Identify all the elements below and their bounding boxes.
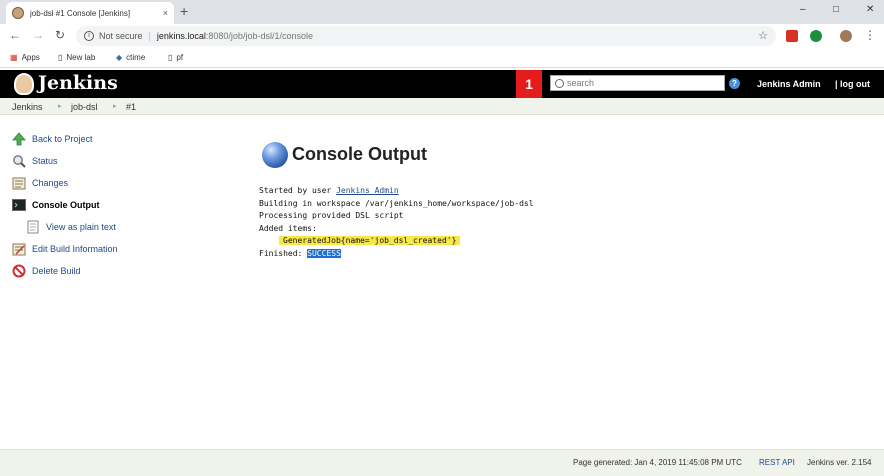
extension-red-icon[interactable] — [786, 30, 798, 42]
user-link-in-console[interactable]: Jenkins Admin — [336, 186, 399, 195]
task-label: Console Output — [32, 200, 100, 210]
minimize-button[interactable]: – — [800, 4, 806, 15]
search-input[interactable] — [567, 78, 717, 88]
address-bar[interactable]: i Not secure | jenkins.local:8080/job/jo… — [76, 26, 776, 46]
terminal-icon — [12, 198, 26, 212]
task-view-plain-text[interactable]: View as plain text — [12, 216, 232, 238]
forward-icon[interactable]: → — [32, 28, 44, 42]
security-label: Not secure — [99, 31, 143, 41]
breadcrumb-separator: ▸ — [58, 103, 62, 110]
bookmark-apps[interactable]: ▦ Apps — [10, 53, 40, 62]
page-title: Console Output — [292, 144, 427, 164]
task-label: Edit Build Information — [32, 244, 118, 254]
console-line-4: Added items: — [259, 223, 317, 233]
page-generated-timestamp: Page generated: Jan 4, 2019 11:45:08 PM … — [573, 458, 742, 467]
magnifier-icon — [12, 154, 26, 168]
task-console-output[interactable]: Console Output — [12, 194, 232, 216]
bookmark-label: New lab — [66, 53, 96, 62]
bookmark-star-icon[interactable]: ☆ — [758, 29, 768, 42]
omnibox-separator: | — [148, 31, 151, 41]
close-window-button[interactable]: ✕ — [866, 4, 874, 15]
notification-badge[interactable]: 1 — [516, 70, 542, 98]
task-label: View as plain text — [46, 222, 116, 232]
search-box[interactable] — [550, 75, 725, 91]
breadcrumb: Jenkins ▸ job-dsl ▸ #1 — [0, 98, 884, 115]
task-changes[interactable]: Changes — [12, 172, 232, 194]
apps-grid-icon: ▦ — [10, 53, 18, 62]
side-panel: Back to Project Status Changes Console O… — [12, 128, 232, 282]
browser-tab-strip: job-dsl #1 Console [Jenkins] × + – □ ✕ — [0, 0, 884, 24]
extension-green-icon[interactable] — [810, 30, 822, 42]
task-back-to-project[interactable]: Back to Project — [12, 128, 232, 150]
help-icon[interactable]: ? — [729, 78, 740, 89]
console-output: Started by user Jenkins Admin Building i… — [259, 185, 534, 260]
bookmark-ctime[interactable]: ◆ ctime — [116, 53, 145, 62]
blue-ball-status-icon — [262, 142, 288, 168]
page-footer: Page generated: Jan 4, 2019 11:45:08 PM … — [0, 449, 884, 476]
logout-link[interactable]: | log out — [835, 79, 870, 89]
task-label: Changes — [32, 178, 69, 188]
notepad-edit-icon — [12, 242, 26, 256]
no-entry-icon — [12, 264, 26, 278]
console-line-6: Finished: SUCCESS — [259, 248, 341, 258]
tab-close-icon[interactable]: × — [163, 8, 168, 18]
breadcrumb-jenkins[interactable]: Jenkins — [12, 102, 43, 112]
task-delete-build[interactable]: Delete Build — [12, 260, 232, 282]
page-icon: ▯ — [168, 53, 173, 62]
profile-avatar[interactable] — [840, 30, 852, 42]
generated-job-item: GeneratedJob{name='job_dsl_created'} — [279, 236, 461, 245]
bookmark-pf[interactable]: ▯ pf — [168, 53, 183, 62]
url-host: jenkins.local — [156, 31, 206, 41]
user-link[interactable]: Jenkins Admin — [757, 79, 821, 89]
task-edit-build-information[interactable]: Edit Build Information — [12, 238, 232, 260]
console-line-5: GeneratedJob{name='job_dsl_created'} — [259, 236, 461, 245]
console-line-1: Started by user Jenkins Admin — [259, 186, 399, 195]
jenkins-header: Jenkins 1 ? Jenkins Admin | log out — [0, 70, 884, 98]
browser-toolbar: ← → ↻ i Not secure | jenkins.local:8080/… — [0, 24, 884, 48]
python-icon: ◆ — [116, 53, 123, 62]
breadcrumb-build[interactable]: #1 — [126, 102, 136, 112]
bookmark-label: pf — [176, 53, 184, 62]
task-label: Back to Project — [32, 134, 93, 144]
rest-api-link[interactable]: REST API — [759, 458, 795, 467]
jenkins-version[interactable]: Jenkins ver. 2.154 — [807, 458, 871, 467]
browser-tab[interactable]: job-dsl #1 Console [Jenkins] × — [6, 2, 174, 24]
task-status[interactable]: Status — [12, 150, 232, 172]
jenkins-logo-text[interactable]: Jenkins — [38, 72, 118, 94]
bookmark-new-lab[interactable]: ▯ New lab — [58, 53, 95, 62]
page-icon: ▯ — [58, 53, 63, 62]
breadcrumb-job[interactable]: job-dsl — [71, 102, 98, 112]
bookmark-label: Apps — [21, 53, 40, 62]
document-icon — [26, 220, 40, 234]
console-line-2: Building in workspace /var/jenkins_home/… — [259, 198, 534, 208]
tab-title: job-dsl #1 Console [Jenkins] — [30, 8, 131, 18]
build-result-status: SUCCESS — [307, 248, 341, 258]
console-line-3: Processing provided DSL script — [259, 211, 404, 220]
maximize-button[interactable]: □ — [833, 4, 839, 15]
jenkins-favicon-icon — [12, 7, 24, 19]
notepad-icon — [12, 176, 26, 190]
jenkins-butler-logo-icon[interactable] — [14, 73, 34, 95]
chrome-menu-icon[interactable]: ⋮ — [864, 28, 876, 42]
bookmarks-bar: ▦ Apps ▯ New lab ◆ ctime ▯ pf — [0, 48, 884, 68]
url-path: :8080/job/job-dsl/1/console — [205, 31, 313, 41]
info-icon[interactable]: i — [84, 31, 94, 41]
new-tab-button[interactable]: + — [180, 3, 188, 19]
task-label: Delete Build — [32, 266, 81, 276]
bookmark-label: ctime — [126, 53, 146, 62]
reload-icon[interactable]: ↻ — [55, 28, 65, 42]
console-text: Finished: — [259, 248, 308, 258]
back-icon[interactable]: ← — [9, 28, 21, 42]
task-label: Status — [32, 156, 58, 166]
up-arrow-icon — [12, 132, 26, 146]
console-text: Started by user — [259, 186, 337, 195]
search-icon — [555, 78, 564, 88]
breadcrumb-separator: ▸ — [113, 103, 117, 110]
